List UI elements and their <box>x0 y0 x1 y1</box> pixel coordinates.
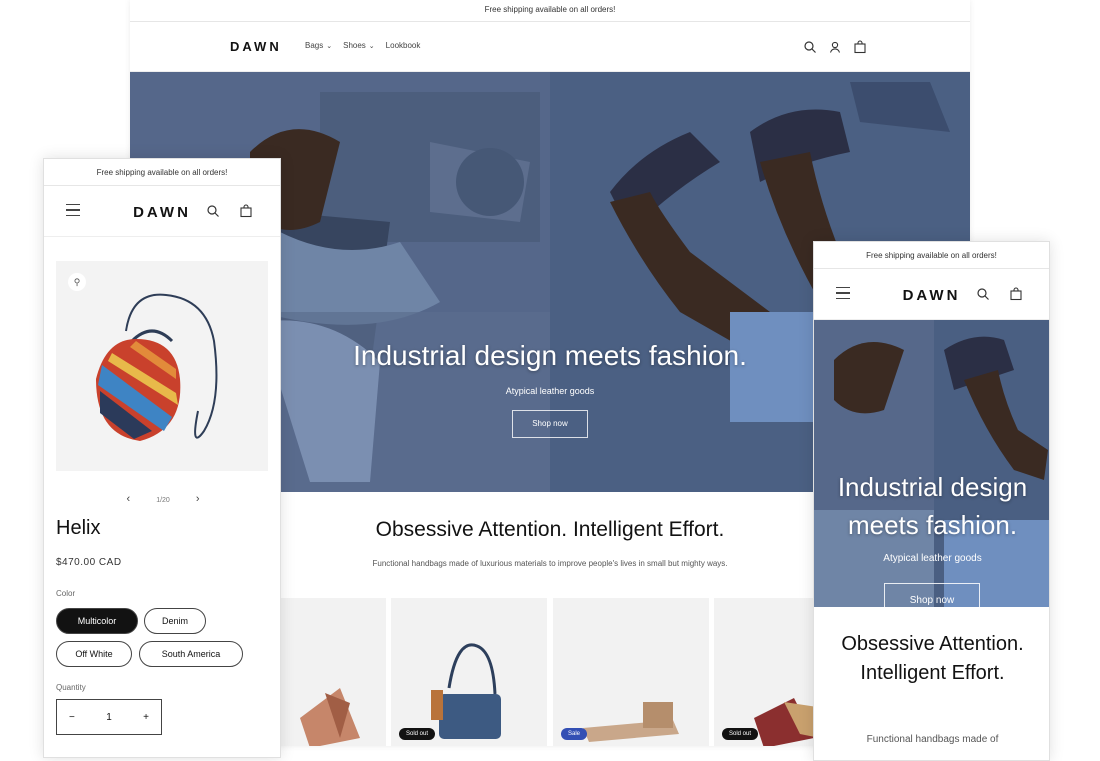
nav-item-bags[interactable]: Bags ⌄ <box>305 41 332 50</box>
nav-item-label: Bags <box>305 41 324 50</box>
minus-icon[interactable]: − <box>69 712 75 723</box>
quantity-stepper: − 1 + <box>56 699 162 735</box>
store-logo[interactable]: DAWN <box>230 39 282 54</box>
color-option-off-white[interactable]: Off White <box>56 641 132 667</box>
announcement-bar: Free shipping available on all orders! <box>44 159 280 186</box>
featured-title: Obsessive Attention. Intelligent Effort. <box>841 633 1024 684</box>
color-option-denim[interactable]: Denim <box>144 608 206 634</box>
main-nav: Bags ⌄ Shoes ⌄ Lookbook <box>305 41 420 50</box>
image-pager: ‹ 1/20 › <box>44 493 280 505</box>
product-image[interactable]: ⚲ <box>56 261 268 471</box>
cart-icon[interactable] <box>853 40 867 54</box>
announcement-bar: Free shipping available on all orders! <box>130 0 970 22</box>
product-card[interactable] <box>280 598 386 746</box>
product-card[interactable]: Sold out <box>391 598 547 746</box>
product-card[interactable]: Sale <box>553 598 709 746</box>
nav-item-label: Lookbook <box>385 41 421 50</box>
search-icon[interactable] <box>206 204 220 218</box>
product-price: $470.00 CAD <box>56 557 122 568</box>
chevron-down-icon: ⌄ <box>326 43 333 50</box>
featured-text: Functional handbags made of <box>866 734 999 745</box>
hero-subtitle: Atypical leather goods <box>883 553 982 564</box>
announcement-bar: Free shipping available on all orders! <box>814 242 1049 269</box>
color-label: Color <box>56 589 76 598</box>
cart-icon[interactable] <box>1009 287 1023 301</box>
pager-count: 1/20 <box>156 497 170 504</box>
color-option-south-america[interactable]: South America <box>139 641 243 667</box>
shop-now-button[interactable]: Shop now <box>884 583 980 607</box>
chevron-left-icon[interactable]: ‹ <box>127 493 131 505</box>
shop-now-button[interactable]: Shop now <box>512 410 588 438</box>
search-icon[interactable] <box>803 40 817 54</box>
quantity-label: Quantity <box>56 683 86 692</box>
hero-banner: Industrial design meets fashion. Atypica… <box>814 320 1049 607</box>
zoom-icon[interactable]: ⚲ <box>68 273 86 291</box>
header-icons <box>803 40 867 54</box>
color-option-multicolor[interactable]: Multicolor <box>56 608 138 634</box>
mobile-product-page: Free shipping available on all orders! D… <box>43 158 281 758</box>
quantity-value[interactable]: 1 <box>106 712 112 723</box>
nav-item-lookbook[interactable]: Lookbook <box>386 41 421 50</box>
account-icon[interactable] <box>828 40 842 54</box>
mobile-home-page: Free shipping available on all orders! D… <box>813 241 1050 761</box>
sold-out-badge: Sold out <box>722 728 759 740</box>
chevron-down-icon: ⌄ <box>368 43 375 50</box>
product-title: Helix <box>56 517 101 539</box>
nav-item-shoes[interactable]: Shoes ⌄ <box>343 41 375 50</box>
cart-icon[interactable] <box>239 204 253 218</box>
mobile-header: DAWN <box>44 186 280 237</box>
plus-icon[interactable]: + <box>143 712 149 723</box>
sold-out-badge: Sold out <box>399 728 436 740</box>
chevron-right-icon[interactable]: › <box>196 493 200 505</box>
mobile-header: DAWN <box>814 269 1049 320</box>
desktop-header: DAWN Bags ⌄ Shoes ⌄ Lookbook <box>130 22 970 72</box>
hero-title: Industrial design meets fashion. <box>837 472 1028 540</box>
sale-badge: Sale <box>561 728 588 740</box>
search-icon[interactable] <box>976 287 990 301</box>
nav-item-label: Shoes <box>343 41 366 50</box>
